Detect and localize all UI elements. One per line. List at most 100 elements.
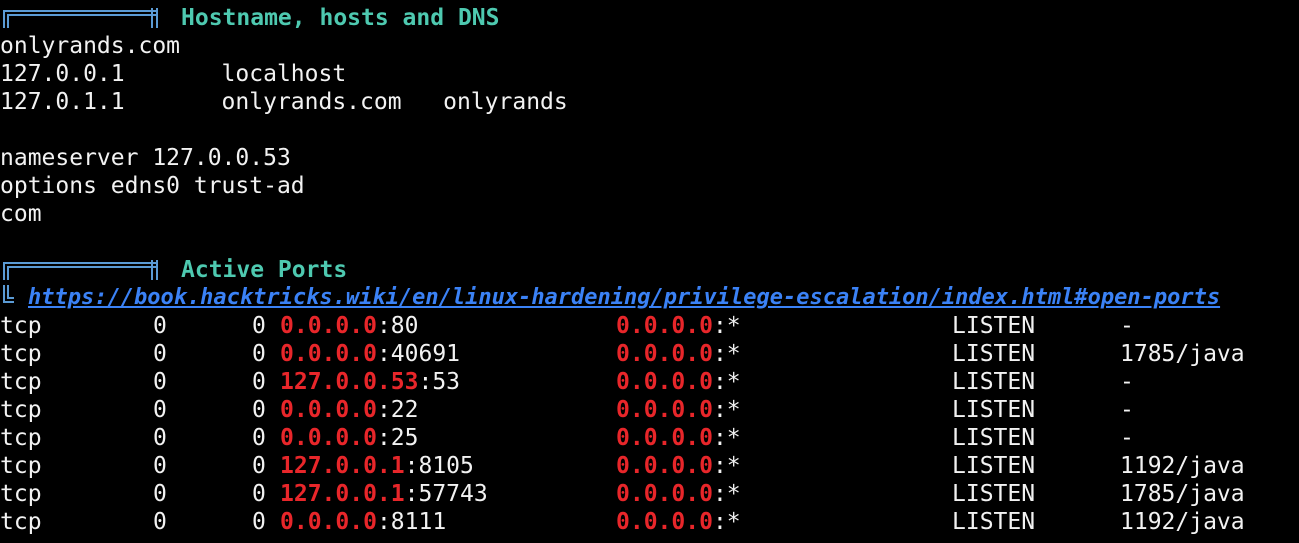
local-address-cell: 0.0.0.0:40691 <box>280 340 460 368</box>
foreign-address-cell: 0.0.0.0:* <box>616 452 741 480</box>
output-line: nameserver 127.0.0.53 <box>0 145 291 171</box>
hacktricks-link[interactable]: https://book.hacktricks.wiki/en/linux-ha… <box>28 284 1220 312</box>
recvq-cell: 0 <box>153 341 167 367</box>
local-ip: 0.0.0.0 <box>280 397 377 423</box>
local-address-cell: 0.0.0.0:25 <box>280 424 418 452</box>
foreign-ip: 0.0.0.0 <box>616 397 713 423</box>
proto-cell: tcp <box>0 453 42 479</box>
foreign-ip: 0.0.0.0 <box>616 453 713 479</box>
local-port: :40691 <box>376 341 461 367</box>
local-ip: 127.0.0.53 <box>280 369 419 395</box>
proto-cell: tcp <box>0 369 42 395</box>
foreign-ip: 0.0.0.0 <box>616 313 713 339</box>
local-port: :80 <box>376 313 419 339</box>
sendq-cell: 0 <box>252 453 266 479</box>
foreign-ip: 0.0.0.0 <box>616 509 713 535</box>
state-cell: LISTEN <box>952 369 1036 395</box>
local-address-cell: 0.0.0.0:8111 <box>280 508 446 536</box>
proto-cell: tcp <box>0 481 42 507</box>
local-address-cell: 127.0.0.53:53 <box>280 368 460 396</box>
proto-cell: tcp <box>0 313 42 339</box>
box-drawing-decoration-icon <box>2 8 160 28</box>
local-ip: 0.0.0.0 <box>280 509 377 535</box>
foreign-port: :* <box>712 425 741 451</box>
foreign-ip: 0.0.0.0 <box>616 369 713 395</box>
sendq-cell: 0 <box>252 509 266 535</box>
sendq-cell: 0 <box>252 397 266 423</box>
sendq-cell: 0 <box>252 481 266 507</box>
local-port: :25 <box>376 425 419 451</box>
foreign-port: :* <box>712 313 741 339</box>
section-header-hostname: Hostname, hosts and DNS <box>0 4 1299 32</box>
pid-cell: - <box>1120 313 1134 339</box>
foreign-address-cell: 0.0.0.0:* <box>616 480 741 508</box>
local-address-cell: 0.0.0.0:22 <box>280 396 418 424</box>
state-cell: LISTEN <box>952 453 1036 479</box>
port-row: tcp 0 0 0.0.0.0:22 0.0.0.0:* LISTEN - <box>0 396 1299 424</box>
recvq-cell: 0 <box>153 425 167 451</box>
local-ip: 0.0.0.0 <box>280 425 377 451</box>
foreign-address-cell: 0.0.0.0:* <box>616 312 741 340</box>
output-line: com <box>0 201 42 227</box>
foreign-ip: 0.0.0.0 <box>616 341 713 367</box>
reference-link-row: https://book.hacktricks.wiki/en/linux-ha… <box>0 284 1299 312</box>
pid-cell: - <box>1120 425 1134 451</box>
pid-cell: - <box>1120 397 1134 423</box>
state-cell: LISTEN <box>952 341 1036 367</box>
proto-cell: tcp <box>0 341 42 367</box>
local-address-cell: 0.0.0.0:80 <box>280 312 418 340</box>
section-title: Active Ports <box>181 257 348 283</box>
port-row: tcp 0 0 127.0.0.1:57743 0.0.0.0:* LISTEN 1785/… <box>0 480 1299 508</box>
local-ip: 0.0.0.0 <box>280 313 377 339</box>
local-address-cell: 127.0.0.1:57743 <box>280 480 488 508</box>
proto-cell: tcp <box>0 397 42 423</box>
terminal-output: Hostname, hosts and DNS onlyrands.com 127… <box>0 4 1299 536</box>
state-cell: LISTEN <box>952 313 1036 339</box>
section-header-active-ports: Active Ports <box>0 256 1299 284</box>
foreign-port: :* <box>712 481 741 507</box>
ports-table: tcp 0 0 0.0.0.0:80 0.0.0.0:* LISTEN - tcp 0 0 0.0.… <box>0 312 1299 536</box>
foreign-port: :* <box>712 369 741 395</box>
recvq-cell: 0 <box>153 397 167 423</box>
local-ip: 127.0.0.1 <box>280 453 405 479</box>
foreign-address-cell: 0.0.0.0:* <box>616 508 741 536</box>
sendq-cell: 0 <box>252 313 266 339</box>
port-row: tcp 0 0 0.0.0.0:8111 0.0.0.0:* LISTEN 1192/jav… <box>0 508 1299 536</box>
foreign-ip: 0.0.0.0 <box>616 425 713 451</box>
proto-cell: tcp <box>0 425 42 451</box>
foreign-port: :* <box>712 453 741 479</box>
pid-cell: 1192/java <box>1120 509 1245 535</box>
local-port: :22 <box>376 397 419 423</box>
hostname-dns-output: onlyrands.com 127.0.0.1 localhost 127.0.1.… <box>0 32 1299 256</box>
foreign-port: :* <box>712 509 741 535</box>
recvq-cell: 0 <box>153 509 167 535</box>
section-title: Hostname, hosts and DNS <box>181 5 500 31</box>
proto-cell: tcp <box>0 509 42 535</box>
foreign-port: :* <box>712 341 741 367</box>
state-cell: LISTEN <box>952 509 1036 535</box>
local-port: :53 <box>418 369 461 395</box>
local-port: :57743 <box>404 481 488 507</box>
output-line: 127.0.0.1 localhost <box>0 61 347 87</box>
pid-cell: - <box>1120 369 1134 395</box>
sendq-cell: 0 <box>252 369 266 395</box>
port-row: tcp 0 0 127.0.0.53:53 0.0.0.0:* LISTEN - <box>0 368 1299 396</box>
local-port: :8105 <box>404 453 474 479</box>
state-cell: LISTEN <box>952 481 1036 507</box>
recvq-cell: 0 <box>153 313 167 339</box>
local-ip: 127.0.0.1 <box>280 481 405 507</box>
port-row: tcp 0 0 0.0.0.0:80 0.0.0.0:* LISTEN - <box>0 312 1299 340</box>
output-line: onlyrands.com <box>0 33 181 59</box>
sendq-cell: 0 <box>252 341 266 367</box>
foreign-address-cell: 0.0.0.0:* <box>616 340 741 368</box>
port-row: tcp 0 0 0.0.0.0:25 0.0.0.0:* LISTEN - <box>0 424 1299 452</box>
sendq-cell: 0 <box>252 425 266 451</box>
local-address-cell: 127.0.0.1:8105 <box>280 452 474 480</box>
local-ip: 0.0.0.0 <box>280 341 377 367</box>
foreign-address-cell: 0.0.0.0:* <box>616 424 741 452</box>
local-port: :8111 <box>376 509 447 535</box>
pid-cell: 1785/java <box>1120 341 1245 367</box>
recvq-cell: 0 <box>153 481 167 507</box>
box-corner-icon <box>2 284 14 304</box>
